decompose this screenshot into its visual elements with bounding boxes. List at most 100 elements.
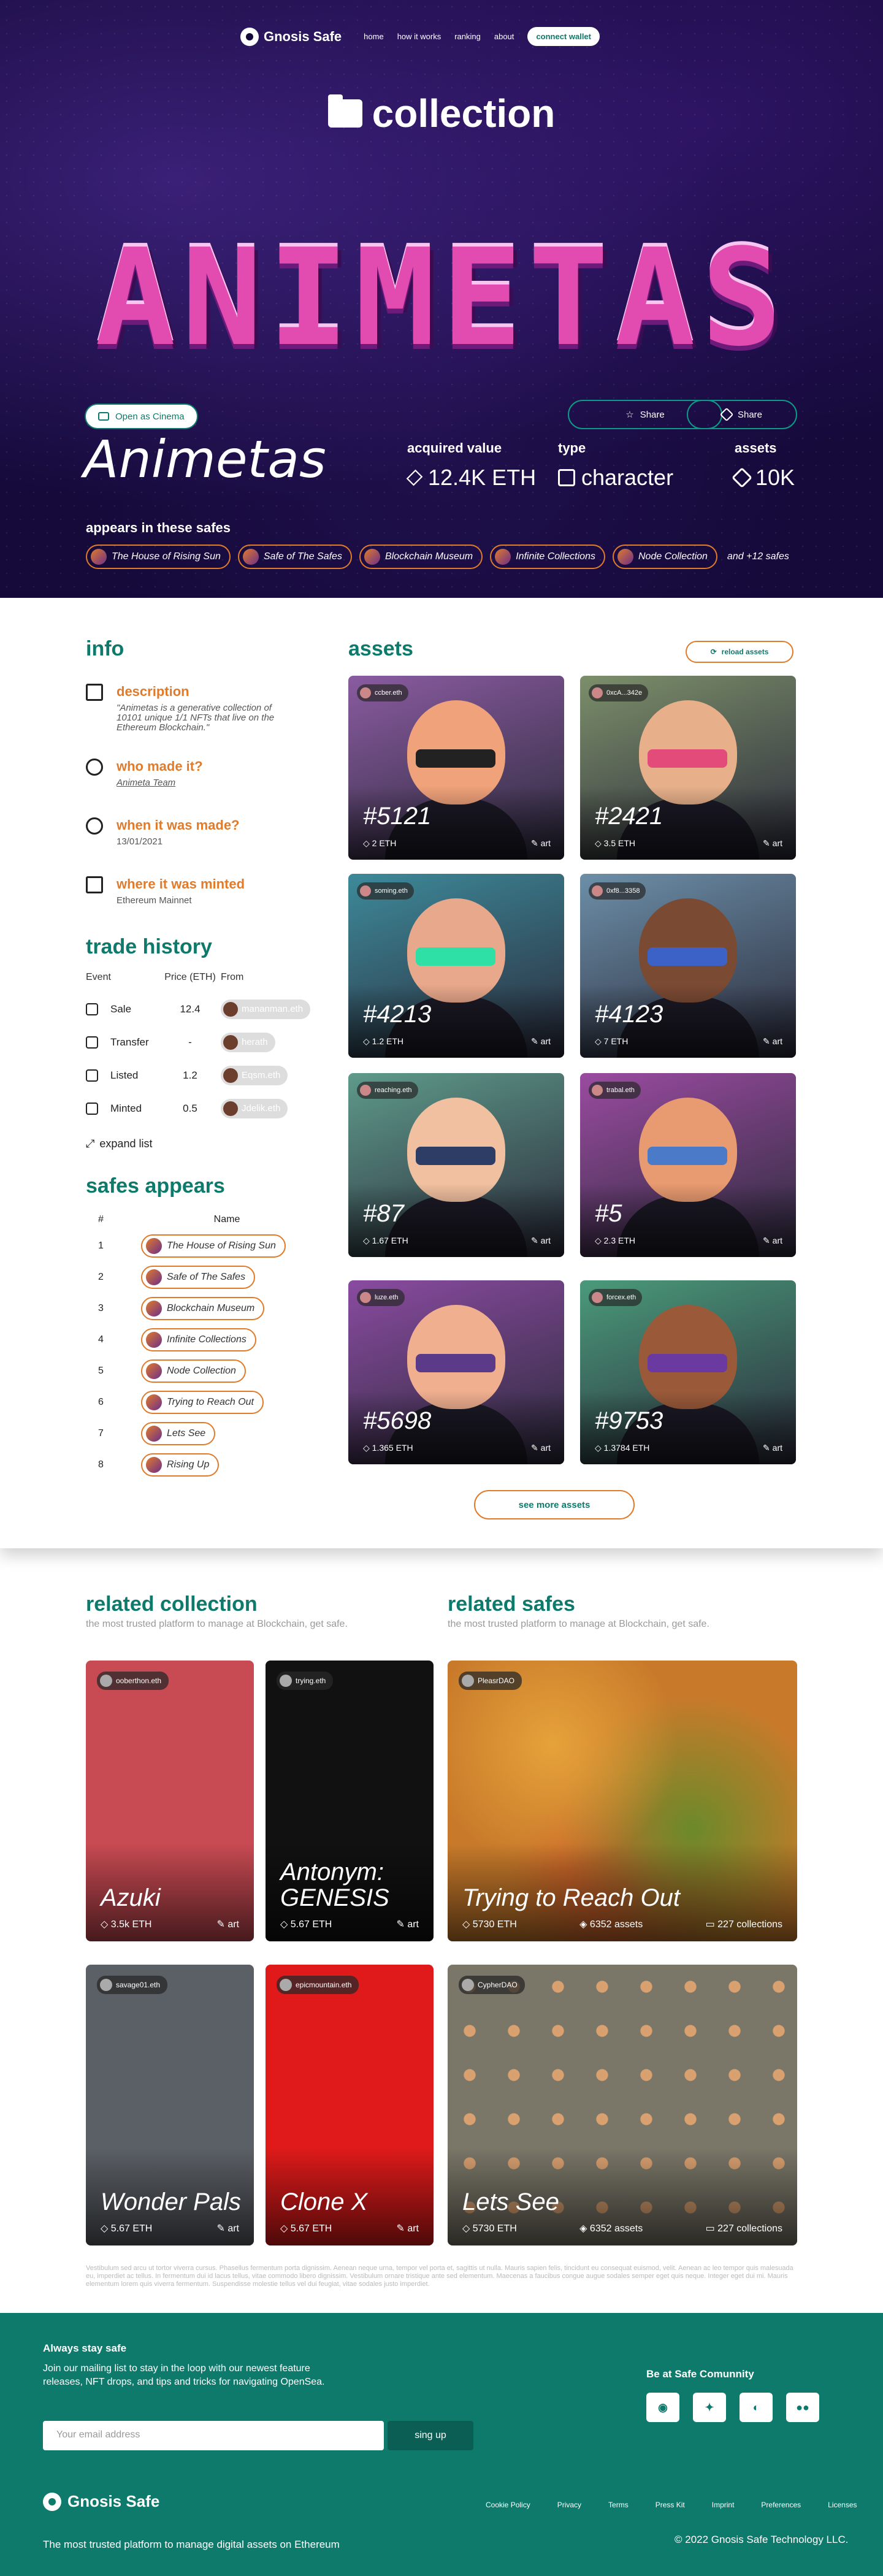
avatar xyxy=(223,1068,238,1083)
footer-link[interactable]: Privacy xyxy=(557,2501,581,2509)
owner-badge[interactable]: forcex.eth xyxy=(589,1289,643,1306)
footer-link[interactable]: Press Kit xyxy=(656,2501,685,2509)
main-content: info description "Animetas is a generativ… xyxy=(0,598,883,1548)
owner-badge[interactable]: ccber.eth xyxy=(357,684,408,701)
from-address[interactable]: Eqsm.eth xyxy=(221,1065,288,1085)
avatar xyxy=(146,1363,162,1379)
folder-icon: ▭ xyxy=(705,1919,718,1930)
character-accessory xyxy=(416,947,495,966)
safe-chip[interactable]: Safe of The Safes xyxy=(237,545,352,569)
from-address[interactable]: mananman.eth xyxy=(221,999,311,1019)
owner-badge[interactable]: soming.eth xyxy=(357,882,414,900)
asset-card[interactable]: 0xcA...342e #2421 ◇ 3.5 ETH ✎ art xyxy=(580,676,796,860)
footer-link[interactable]: Preferences xyxy=(761,2501,801,2509)
safe-chip[interactable]: The House of Rising Sun xyxy=(141,1234,286,1258)
owner-badge[interactable]: CypherDAO xyxy=(459,1976,525,1994)
email-input[interactable]: Your email address xyxy=(43,2421,384,2450)
brush-icon: ✎ xyxy=(763,1036,773,1046)
nav-how-it-works[interactable]: how it works xyxy=(397,32,442,41)
owner-badge[interactable]: 0xf8...3358 xyxy=(589,882,646,900)
related-safe-card[interactable]: PleasrDAO Trying to Reach Out ◇ 5730 ETH ◈ … xyxy=(448,1661,797,1941)
discord-icon[interactable]: ◐ xyxy=(740,2393,773,2422)
owner-badge[interactable]: epicmountain.eth xyxy=(277,1976,359,1994)
info-minted: where it was minted Ethereum Mainnet xyxy=(86,876,276,906)
owner-badge[interactable]: ooberthon.eth xyxy=(97,1672,169,1690)
twitter-icon[interactable]: ✦ xyxy=(693,2393,726,2422)
more-safes-link[interactable]: and +12 safes xyxy=(727,551,789,562)
share-button[interactable]: Share xyxy=(687,400,797,429)
owner-badge[interactable]: savage01.eth xyxy=(97,1976,168,1994)
safe-chip[interactable]: Node Collection xyxy=(612,545,717,569)
brush-icon: ✎ xyxy=(531,838,541,848)
signup-button[interactable]: sing up xyxy=(388,2421,473,2450)
safe-chip[interactable]: Blockchain Museum xyxy=(359,545,483,569)
safe-name: Lets See xyxy=(462,2188,559,2215)
related-collection-card[interactable]: epicmountain.eth Clone X ◇ 5.67 ETH ✎ art xyxy=(266,1965,434,2245)
owner-badge[interactable]: 0xcA...342e xyxy=(589,684,649,701)
avatar xyxy=(223,1034,238,1050)
asset-card[interactable]: reaching.eth #87 ◇ 1.67 ETH ✎ art xyxy=(348,1073,564,1257)
expand-list-button[interactable]: ⤢ expand list xyxy=(86,1137,152,1150)
safe-chip[interactable]: Infinite Collections xyxy=(490,545,605,569)
asset-card[interactable]: trabal.eth #5 ◇ 2.3 ETH ✎ art xyxy=(580,1073,796,1257)
assets-title: assets xyxy=(348,637,413,660)
owner-badge[interactable]: luze.eth xyxy=(357,1289,405,1306)
owner-badge[interactable]: PleasrDAO xyxy=(459,1672,522,1690)
footer-link[interactable]: Cookie Policy xyxy=(486,2501,530,2509)
copyright: © 2022 Gnosis Safe Technology LLC. xyxy=(675,2534,849,2545)
avatar xyxy=(360,885,371,896)
safe-chip[interactable]: Safe of The Safes xyxy=(141,1265,256,1289)
brand-logo[interactable]: Gnosis Safe xyxy=(240,27,342,46)
asset-price: ◇ 3.5 ETH xyxy=(595,838,636,848)
safe-chip[interactable]: Blockchain Museum xyxy=(141,1296,265,1320)
asset-card[interactable]: forcex.eth #9753 ◇ 1.3784 ETH ✎ art xyxy=(580,1280,796,1464)
safe-chip[interactable]: Trying to Reach Out xyxy=(141,1390,264,1414)
footer-link[interactable]: Imprint xyxy=(712,2501,735,2509)
asset-number: #5698 xyxy=(363,1407,432,1434)
asset-card[interactable]: soming.eth #4213 ◇ 1.2 ETH ✎ art xyxy=(348,874,564,1058)
footer-brand[interactable]: Gnosis Safe xyxy=(43,2492,159,2511)
nav-about[interactable]: about xyxy=(494,32,514,41)
asset-card[interactable]: 0xf8...3358 #4123 ◇ 7 ETH ✎ art xyxy=(580,874,796,1058)
medium-icon[interactable]: ●● xyxy=(786,2393,819,2422)
related-collection-card[interactable]: savage01.eth Wonder Pals ◇ 5.67 ETH ✎ art xyxy=(86,1965,254,2245)
asset-card[interactable]: luze.eth #5698 ◇ 1.365 ETH ✎ art xyxy=(348,1280,564,1464)
safe-chip[interactable]: Node Collection xyxy=(141,1359,246,1383)
connect-wallet-button[interactable]: connect wallet xyxy=(527,27,600,46)
safes-appears-title: safes appears xyxy=(86,1174,225,1198)
gnosis-logo-icon xyxy=(240,27,259,46)
owner-badge[interactable]: trabal.eth xyxy=(589,1082,641,1099)
user-icon xyxy=(86,759,103,776)
avatar xyxy=(364,549,380,565)
safe-chip[interactable]: The House of Rising Sun xyxy=(86,545,231,569)
safe-chip[interactable]: Infinite Collections xyxy=(141,1328,256,1351)
info-date: when it was made? 13/01/2021 xyxy=(86,817,276,847)
collection-name: Antonym: GENESIS xyxy=(280,1859,389,1911)
related-collection-card[interactable]: ooberthon.eth Azuki ◇ 3.5k ETH ✎ art xyxy=(86,1661,254,1941)
related-collection-card[interactable]: trying.eth Antonym: GENESIS ◇ 5.67 ETH ✎ ar… xyxy=(266,1661,434,1941)
safe-chip[interactable]: Rising Up xyxy=(141,1453,220,1477)
collection-name: Wonder Pals xyxy=(101,2188,241,2215)
assets-icon: ◈ xyxy=(579,1919,590,1930)
safe-chip[interactable]: Lets See xyxy=(141,1421,216,1445)
owner-badge[interactable]: reaching.eth xyxy=(357,1082,418,1099)
from-address[interactable]: Jdelik.eth xyxy=(221,1098,288,1118)
nav-home[interactable]: home xyxy=(364,32,384,41)
from-address[interactable]: herath xyxy=(221,1032,275,1052)
owner-badge[interactable]: trying.eth xyxy=(277,1672,334,1690)
hero: Gnosis Safe home how it works ranking ab… xyxy=(0,0,883,598)
reload-assets-button[interactable]: ⟳ reload assets xyxy=(686,641,793,663)
github-icon[interactable]: ◉ xyxy=(646,2393,679,2422)
related-safe-card[interactable]: CypherDAO Lets See ◇ 5730 ETH ◈ 6352 assets… xyxy=(448,1965,797,2245)
asset-card[interactable]: ccber.eth #5121 ◇ 2 ETH ✎ art xyxy=(348,676,564,860)
see-more-assets-button[interactable]: see more assets xyxy=(474,1490,635,1519)
nav-ranking[interactable]: ranking xyxy=(454,32,481,41)
asset-price: ◇ 1.3784 ETH xyxy=(595,1443,650,1453)
assets-icon xyxy=(732,467,752,488)
footer-link[interactable]: Licenses xyxy=(828,2501,857,2509)
assets-icon: ◈ xyxy=(579,2223,590,2234)
share-icon xyxy=(719,407,734,422)
safe-collections: ▭ 227 collections xyxy=(705,2223,782,2234)
open-cinema-button[interactable]: Open as Cinema xyxy=(85,403,198,429)
footer-link[interactable]: Terms xyxy=(608,2501,629,2509)
